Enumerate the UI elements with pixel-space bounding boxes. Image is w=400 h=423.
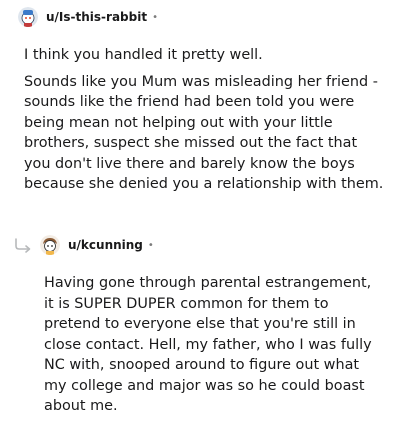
username-link[interactable]: u/Is-this-rabbit: [46, 10, 147, 24]
separator-dot: •: [152, 11, 158, 23]
comment-header: u/Is-this-rabbit •: [18, 5, 158, 29]
comment-body: Having gone through parental estrangemen…: [44, 273, 384, 423]
snoo-avatar-icon[interactable]: [40, 235, 60, 255]
reply-arrow-icon: [14, 237, 34, 255]
comment-header: u/kcunning •: [40, 233, 154, 257]
comment-body: I think you handled it pretty well. Soun…: [24, 45, 386, 201]
comment-paragraph: Having gone through parental estrangemen…: [44, 275, 372, 414]
snoo-avatar-icon[interactable]: [18, 7, 38, 27]
username-link[interactable]: u/kcunning: [68, 238, 143, 252]
separator-dot: •: [147, 239, 154, 251]
comment-paragraph: I think you handled it pretty well.: [24, 47, 263, 63]
comment-paragraph: Sounds like you Mum was misleading her f…: [24, 73, 384, 193]
